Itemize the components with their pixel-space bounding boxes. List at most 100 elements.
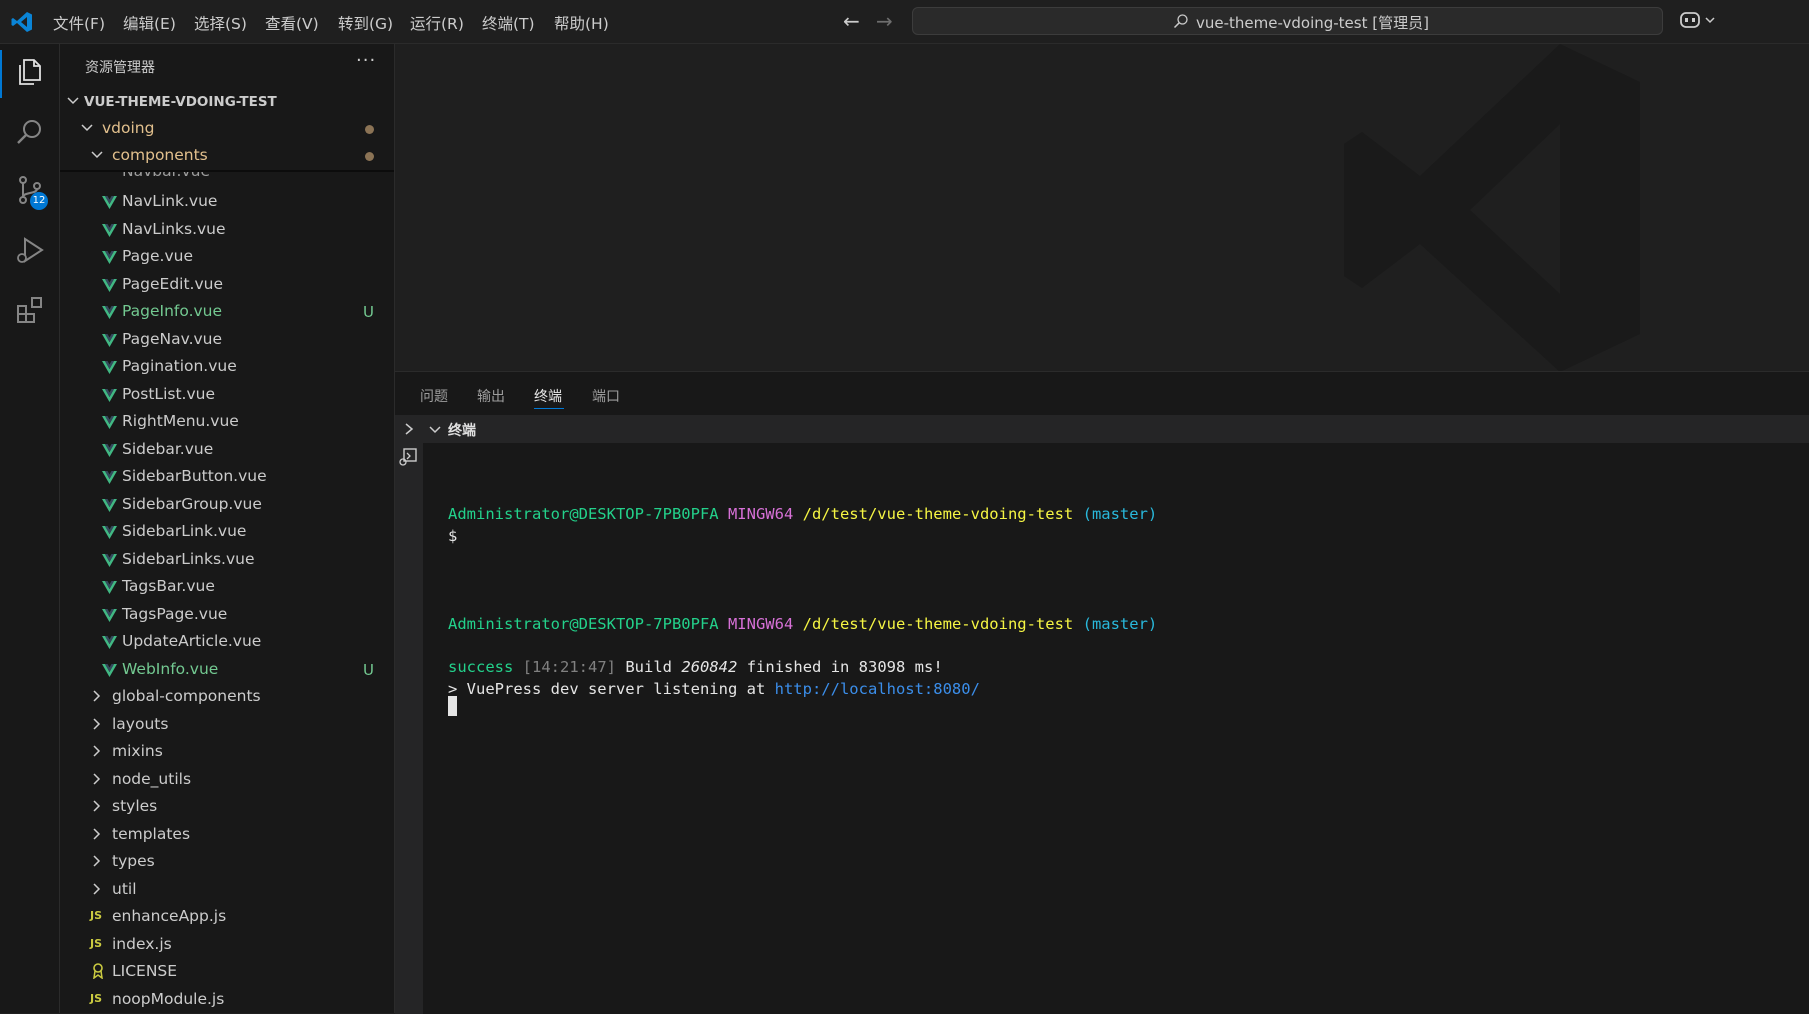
folder-row[interactable]: util	[60, 877, 394, 903]
file-row[interactable]: PageEdit.vue	[60, 272, 394, 298]
file-label: RightMenu.vue	[122, 412, 239, 430]
build-word: Build	[625, 658, 673, 676]
file-row[interactable]: PageInfo.vue U	[60, 299, 394, 325]
file-row[interactable]: JS index.js	[60, 932, 394, 958]
file-row[interactable]: WebInfo.vue U	[60, 657, 394, 683]
file-label: SidebarGroup.vue	[122, 494, 262, 513]
file-label: SidebarLinks.vue	[122, 549, 255, 568]
terminal-header-label: 终端	[448, 423, 476, 439]
file-row[interactable]: RightMenu.vue	[60, 409, 394, 435]
tab-terminal[interactable]: 终端	[534, 386, 562, 406]
file-row[interactable]: Page.vue	[60, 244, 394, 270]
license-icon	[93, 963, 103, 979]
title-bar: 文件(F) 编辑(E) 选择(S) 查看(V) 转到(G) 运行(R) 终端(T…	[0, 0, 1809, 44]
active-tab-underline	[534, 408, 564, 409]
file-row[interactable]: NavLink.vue	[60, 189, 394, 215]
chevron-down-icon	[81, 124, 93, 132]
more-actions-icon[interactable]: ···	[356, 50, 376, 71]
folder-label: layouts	[112, 714, 169, 733]
folder-row[interactable]: node_utils	[60, 767, 394, 793]
vscode-watermark-icon	[1344, 44, 1640, 372]
vue-file-icon	[102, 223, 117, 237]
file-row[interactable]: PageNav.vue	[60, 327, 394, 353]
extensions-icon[interactable]	[14, 294, 46, 326]
vue-file-icon	[102, 580, 117, 594]
activity-bar: 12	[0, 44, 60, 1013]
terminal-output[interactable]: Administrator@DESKTOP-7PB0PFA MINGW64 /d…	[448, 443, 1798, 1003]
menu-selection[interactable]: 选择(S)	[194, 12, 247, 34]
vue-file-icon	[102, 278, 117, 292]
forward-arrow-icon[interactable]: →	[876, 9, 893, 33]
build-rest: finished in 83098 ms!	[746, 658, 943, 676]
js-file-icon: JS	[90, 909, 103, 922]
chevron-down-icon[interactable]	[428, 423, 442, 437]
untracked-status: U	[363, 660, 374, 679]
prompt-path: /d/test/vue-theme-vdoing-test	[802, 505, 1074, 523]
prompt-branch: (master)	[1082, 615, 1158, 633]
run-debug-icon[interactable]	[14, 234, 46, 266]
file-row[interactable]: TagsPage.vue	[60, 602, 394, 628]
file-label: Sidebar.vue	[122, 439, 214, 458]
file-row[interactable]: SidebarLinks.vue	[60, 547, 394, 573]
chevron-down-icon	[67, 97, 79, 105]
folder-row[interactable]: templates	[60, 822, 394, 848]
files-icon[interactable]	[14, 56, 46, 88]
bottom-panel: 问题 输出 终端 端口 终端 Administrator@DESKTOP-7PB…	[395, 371, 1809, 1014]
file-row[interactable]: PostList.vue	[60, 382, 394, 408]
terminal-gutter	[395, 443, 423, 1014]
prompt-user: Administrator@DESKTOP-7PB0PFA	[448, 615, 719, 633]
menu-help[interactable]: 帮助(H)	[554, 12, 609, 34]
menu-go[interactable]: 转到(G)	[338, 12, 393, 34]
folder-label: util	[112, 879, 137, 898]
file-row[interactable]: Pagination.vue	[60, 354, 394, 380]
chevron-right-icon[interactable]	[401, 421, 417, 437]
server-prefix: > VuePress dev server listening at	[448, 680, 766, 698]
menu-file[interactable]: 文件(F)	[53, 12, 105, 34]
file-row[interactable]: JS enhanceApp.js	[60, 904, 394, 930]
file-row[interactable]: SidebarLink.vue	[60, 519, 394, 545]
file-row[interactable]: SidebarGroup.vue	[60, 492, 394, 518]
file-row[interactable]: SidebarButton.vue	[60, 464, 394, 490]
file-row[interactable]: JS noopModule.js	[60, 987, 394, 1013]
menu-terminal[interactable]: 终端(T)	[482, 12, 535, 34]
chevron-right-icon	[93, 717, 101, 730]
modified-dot	[365, 125, 374, 134]
file-row[interactable]: UpdateArticle.vue	[60, 629, 394, 655]
tab-problems[interactable]: 问题	[420, 386, 448, 406]
back-arrow-icon[interactable]: ←	[843, 9, 860, 33]
menu-run[interactable]: 运行(R)	[410, 12, 464, 34]
menu-view[interactable]: 查看(V)	[265, 12, 319, 34]
server-url-link[interactable]: http://localhost:8080/	[775, 680, 980, 698]
vue-file-icon	[102, 195, 117, 209]
untracked-status: U	[363, 303, 374, 321]
folder-row[interactable]: styles	[60, 794, 394, 820]
terminal-header[interactable]: 终端	[395, 415, 1809, 443]
prompt-env: MINGW64	[727, 505, 794, 523]
chevron-right-icon	[93, 855, 101, 867]
tab-output[interactable]: 输出	[477, 386, 505, 406]
file-row[interactable]: TagsBar.vue	[60, 574, 394, 600]
folder-row[interactable]: mixins	[60, 739, 394, 765]
file-row[interactable]: NavLinks.vue	[60, 217, 394, 243]
tree-root[interactable]: VUE-THEME-VDOING-TEST	[60, 89, 394, 115]
folder-label: global-components	[112, 687, 261, 705]
file-row[interactable]: Sidebar.vue	[60, 437, 394, 463]
tab-ports[interactable]: 端口	[592, 386, 620, 406]
folder-row[interactable]: layouts	[60, 712, 394, 738]
file-label: Page.vue	[122, 247, 193, 265]
file-label: PageEdit.vue	[122, 274, 223, 293]
file-label: noopModule.js	[112, 989, 225, 1008]
terminal-bash-icon[interactable]	[398, 447, 418, 467]
folder-row[interactable]: global-components	[60, 684, 394, 710]
folder-vdoing[interactable]: vdoing	[60, 116, 394, 142]
file-label: PageNav.vue	[122, 329, 223, 348]
command-center-search[interactable]: vue-theme-vdoing-test [管理员]	[912, 7, 1663, 35]
folder-row[interactable]: types	[60, 849, 394, 875]
file-label: NavLink.vue	[122, 192, 218, 210]
copilot-icon[interactable]	[1679, 10, 1719, 32]
file-row[interactable]: LICENSE	[60, 959, 394, 985]
search-icon[interactable]	[14, 116, 46, 148]
menu-edit[interactable]: 编辑(E)	[123, 12, 176, 34]
chevron-down-icon	[91, 151, 103, 159]
folder-components[interactable]: components	[60, 143, 394, 169]
